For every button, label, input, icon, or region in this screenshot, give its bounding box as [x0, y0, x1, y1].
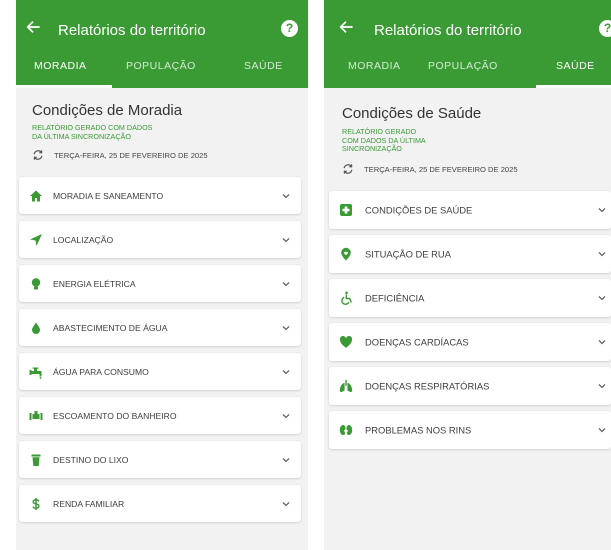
accordion-label: ÁGUA PARA CONSUMO	[53, 366, 149, 377]
accordion-escoamento-banheiro[interactable]: ESCOAMENTO DO BANHEIRO	[19, 397, 301, 434]
accordion-renda-familiar[interactable]: RENDA FAMILIAR	[19, 485, 301, 522]
tab-indicator	[536, 85, 611, 88]
faucet-icon	[29, 365, 43, 379]
lightbulb-icon	[29, 277, 43, 291]
app-bar-title: Relatórios do território	[374, 22, 522, 39]
sync-icon[interactable]	[32, 149, 44, 161]
tab-saude[interactable]: SAÚDE	[556, 60, 595, 72]
help-icon[interactable]: ?	[281, 20, 298, 37]
tab-indicator	[16, 85, 112, 88]
screen-saude: Relatórios do território ? MORADIA POPUL…	[324, 0, 611, 550]
accordion-deficiencia[interactable]: DEFICIÊNCIA	[329, 279, 611, 317]
chevron-down-icon	[281, 323, 291, 333]
app-bar-title: Relatórios do território	[58, 22, 206, 39]
map-pin-icon	[339, 247, 353, 261]
tab-moradia[interactable]: MORADIA	[34, 60, 87, 72]
app-bar: Relatórios do território ? MORADIA POPUL…	[16, 0, 308, 88]
chevron-down-icon	[597, 425, 607, 435]
report-note-line-2: DA ÚLTIMA SINCRONIZAÇÃO	[32, 131, 131, 141]
lungs-icon	[339, 379, 353, 393]
water-drop-icon	[29, 321, 43, 335]
tab-moradia[interactable]: MORADIA	[348, 60, 401, 72]
arrow-left-icon[interactable]	[25, 19, 41, 35]
app-bar: Relatórios do território ? MORADIA POPUL…	[324, 0, 611, 88]
accordion-label: ESCOAMENTO DO BANHEIRO	[53, 410, 177, 421]
tab-populacao[interactable]: POPULAÇÃO	[126, 60, 196, 72]
accordion-localizacao[interactable]: LOCALIZAÇÃO	[19, 221, 301, 258]
sync-icon[interactable]	[342, 163, 354, 175]
accordion-label: ABASTECIMENTO DE ÁGUA	[53, 322, 168, 333]
chevron-down-icon	[597, 293, 607, 303]
wheelchair-icon	[339, 291, 353, 305]
report-note-line-3: SINCRONIZAÇÃO	[342, 144, 402, 154]
trash-icon	[29, 453, 43, 467]
accordion-situacao-rua[interactable]: SITUAÇÃO DE RUA	[329, 235, 611, 273]
accordion-destino-lixo[interactable]: DESTINO DO LIXO	[19, 441, 301, 478]
heart-icon	[339, 335, 353, 349]
accordion-label: PROBLEMAS NOS RINS	[365, 424, 472, 436]
tab-populacao[interactable]: POPULAÇÃO	[428, 60, 498, 72]
accordion-energia[interactable]: ENERGIA ELÉTRICA	[19, 265, 301, 302]
tab-bar: MORADIA POPULAÇÃO SAÚDE	[324, 48, 611, 88]
section-title: Condições de Saúde	[342, 105, 482, 122]
location-arrow-icon	[29, 233, 43, 247]
chevron-down-icon	[597, 249, 607, 259]
dollar-icon	[29, 497, 43, 511]
sync-info: TERÇA-FEIRA, 25 DE FEVEREIRO DE 2025	[342, 163, 518, 175]
accordion-label: LOCALIZAÇÃO	[53, 234, 114, 245]
arrow-left-icon[interactable]	[338, 19, 354, 35]
home-icon	[29, 189, 43, 203]
sync-info: TERÇA-FEIRA, 25 DE FEVEREIRO DE 2025	[32, 149, 208, 161]
chevron-down-icon	[281, 411, 291, 421]
sync-date: TERÇA-FEIRA, 25 DE FEVEREIRO DE 2025	[364, 164, 518, 174]
chevron-down-icon	[597, 337, 607, 347]
accordion-problemas-rins[interactable]: PROBLEMAS NOS RINS	[329, 411, 611, 449]
chevron-down-icon	[281, 279, 291, 289]
screen-moradia: Relatórios do território ? MORADIA POPUL…	[16, 0, 308, 550]
chevron-down-icon	[281, 191, 291, 201]
chevron-down-icon	[281, 455, 291, 465]
tab-saude[interactable]: SAÚDE	[244, 60, 283, 72]
accordion-condicoes-saude[interactable]: CONDIÇÕES DE SAÚDE	[329, 191, 611, 229]
medical-cross-icon	[339, 203, 353, 217]
help-icon[interactable]: ?	[599, 20, 611, 37]
tab-bar: MORADIA POPULAÇÃO SAÚDE	[16, 48, 308, 88]
accordion-label: ENERGIA ELÉTRICA	[53, 278, 136, 289]
accordion-label: DOENÇAS CARDÍACAS	[365, 336, 469, 348]
section-title: Condições de Moradia	[32, 102, 183, 119]
kidneys-icon	[339, 423, 353, 437]
accordion-label: DESTINO DO LIXO	[53, 454, 129, 465]
accordion-abastecimento-agua[interactable]: ABASTECIMENTO DE ÁGUA	[19, 309, 301, 346]
accordion-label: RENDA FAMILIAR	[53, 498, 125, 509]
sync-date: TERÇA-FEIRA, 25 DE FEVEREIRO DE 2025	[54, 150, 208, 160]
accordion-label: MORADIA E SANEAMENTO	[53, 190, 164, 201]
accordion-label: DEFICIÊNCIA	[365, 292, 425, 304]
chevron-down-icon	[597, 205, 607, 215]
accordion-agua-consumo[interactable]: ÁGUA PARA CONSUMO	[19, 353, 301, 390]
accordion-doencas-cardiacas[interactable]: DOENÇAS CARDÍACAS	[329, 323, 611, 361]
accordion-moradia-saneamento[interactable]: MORADIA E SANEAMENTO	[19, 177, 301, 214]
chevron-down-icon	[281, 235, 291, 245]
chevron-down-icon	[597, 381, 607, 391]
accordion-label: CONDIÇÕES DE SAÚDE	[365, 204, 473, 216]
accordion-label: DOENÇAS RESPIRATÓRIAS	[365, 380, 490, 392]
chevron-down-icon	[281, 499, 291, 509]
accordion-label: SITUAÇÃO DE RUA	[365, 248, 451, 260]
pipe-icon	[29, 409, 43, 423]
chevron-down-icon	[281, 367, 291, 377]
accordion-doencas-respiratorias[interactable]: DOENÇAS RESPIRATÓRIAS	[329, 367, 611, 405]
